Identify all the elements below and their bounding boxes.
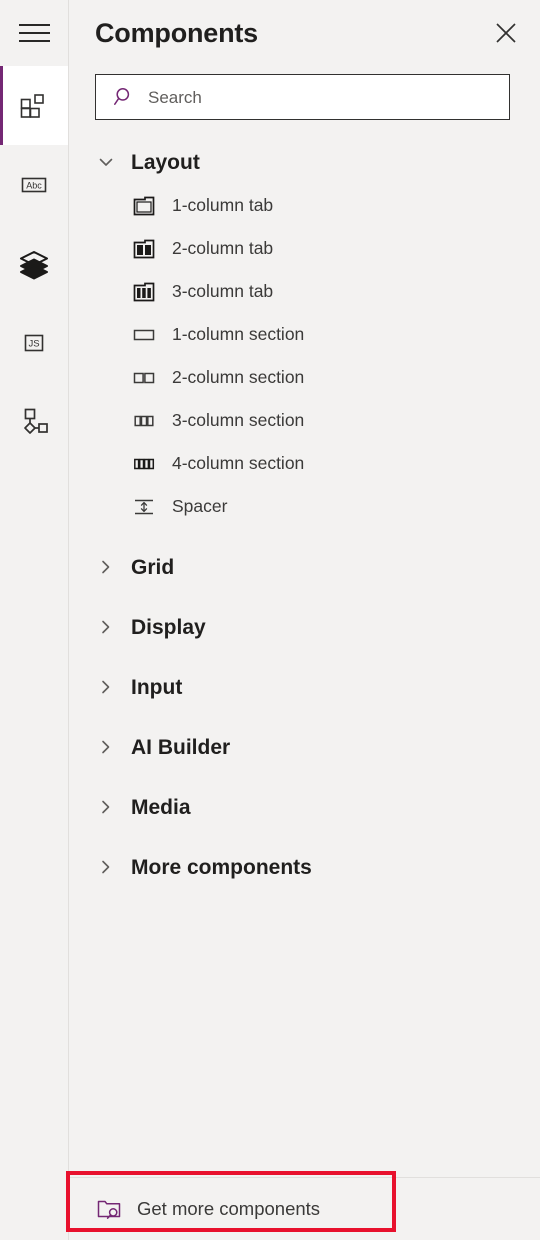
group-label: Grid xyxy=(131,555,175,579)
chevron-right-icon xyxy=(95,858,117,876)
tab-2col-icon xyxy=(131,237,157,261)
group-header-more-components[interactable]: More components xyxy=(69,848,540,886)
svg-text:Abc: Abc xyxy=(26,180,42,190)
search-placeholder: Search xyxy=(148,87,202,107)
rail-item-components[interactable] xyxy=(0,66,68,145)
tab-3col-icon xyxy=(131,280,157,304)
rail-item-flow[interactable] xyxy=(0,382,68,461)
component-label: 4-column section xyxy=(172,453,305,474)
section-2col-icon xyxy=(131,366,157,390)
component-item-2-column-tab[interactable]: 2-column tab xyxy=(69,230,540,268)
layers-stack-icon xyxy=(17,247,51,281)
abc-text-icon: Abc xyxy=(17,168,51,202)
component-label: 1-column tab xyxy=(172,195,274,216)
components-panel-root: Abc JS Components Search Layout 1-column… xyxy=(0,0,540,1240)
component-item-4-column-section[interactable]: 4-column section xyxy=(69,445,540,483)
component-label: Spacer xyxy=(172,496,228,517)
search-input[interactable]: Search xyxy=(95,74,510,120)
group-label: AI Builder xyxy=(131,735,231,759)
rail-item-code[interactable]: JS xyxy=(0,303,68,382)
left-rail: Abc JS xyxy=(0,0,69,1240)
chevron-down-icon xyxy=(95,153,117,171)
group-header-layout[interactable]: Layout xyxy=(69,143,540,181)
component-item-spacer[interactable]: Spacer xyxy=(69,488,540,526)
tab-1col-icon xyxy=(131,194,157,218)
chevron-right-icon xyxy=(95,618,117,636)
svg-text:JS: JS xyxy=(28,338,39,349)
rail-item-layers[interactable] xyxy=(0,224,68,303)
component-tree: Layout 1-column tab 2-column tab 3-colum… xyxy=(69,120,540,886)
folder-search-icon xyxy=(95,1196,123,1222)
component-item-1-column-tab[interactable]: 1-column tab xyxy=(69,187,540,225)
page-title: Components xyxy=(95,17,258,48)
get-more-components-label: Get more components xyxy=(137,1197,321,1219)
group-label: Layout xyxy=(131,150,200,174)
rail-item-properties[interactable]: Abc xyxy=(0,145,68,224)
component-label: 2-column tab xyxy=(172,238,274,259)
menu-button[interactable] xyxy=(0,0,68,66)
section-1col-icon xyxy=(131,323,157,347)
group-label: More components xyxy=(131,855,312,879)
group-label: Input xyxy=(131,675,183,699)
close-icon xyxy=(496,23,516,43)
group-header-input[interactable]: Input xyxy=(69,668,540,706)
component-label: 3-column tab xyxy=(172,281,274,302)
group-label: Media xyxy=(131,795,191,819)
group-label: Display xyxy=(131,615,206,639)
get-more-components-button[interactable]: Get more components xyxy=(69,1185,320,1233)
group-header-display[interactable]: Display xyxy=(69,608,540,646)
chevron-right-icon xyxy=(95,738,117,756)
panel-header: Components xyxy=(69,0,540,66)
chevron-right-icon xyxy=(95,678,117,696)
chevron-right-icon xyxy=(95,558,117,576)
section-4col-icon xyxy=(131,452,157,476)
components-grid-icon xyxy=(17,89,51,123)
component-label: 2-column section xyxy=(172,367,305,388)
component-item-3-column-tab[interactable]: 3-column tab xyxy=(69,273,540,311)
node-flow-icon xyxy=(17,405,51,439)
component-item-3-column-section[interactable]: 3-column section xyxy=(69,402,540,440)
search-container: Search xyxy=(69,66,540,120)
component-label: 3-column section xyxy=(172,410,305,431)
close-button[interactable] xyxy=(486,13,526,53)
hamburger-icon xyxy=(18,23,50,43)
chevron-right-icon xyxy=(95,798,117,816)
component-label: 1-column section xyxy=(172,324,305,345)
group-header-grid[interactable]: Grid xyxy=(69,548,540,586)
group-header-ai-builder[interactable]: AI Builder xyxy=(69,728,540,766)
panel-footer: Get more components xyxy=(69,1177,540,1240)
component-item-2-column-section[interactable]: 2-column section xyxy=(69,359,540,397)
components-panel: Components Search Layout 1-column tab 2-… xyxy=(69,0,540,1240)
spacer-icon xyxy=(131,495,157,519)
js-code-icon: JS xyxy=(17,326,51,360)
group-header-media[interactable]: Media xyxy=(69,788,540,826)
component-item-1-column-section[interactable]: 1-column section xyxy=(69,316,540,354)
section-3col-icon xyxy=(131,409,157,433)
search-icon xyxy=(113,86,135,108)
